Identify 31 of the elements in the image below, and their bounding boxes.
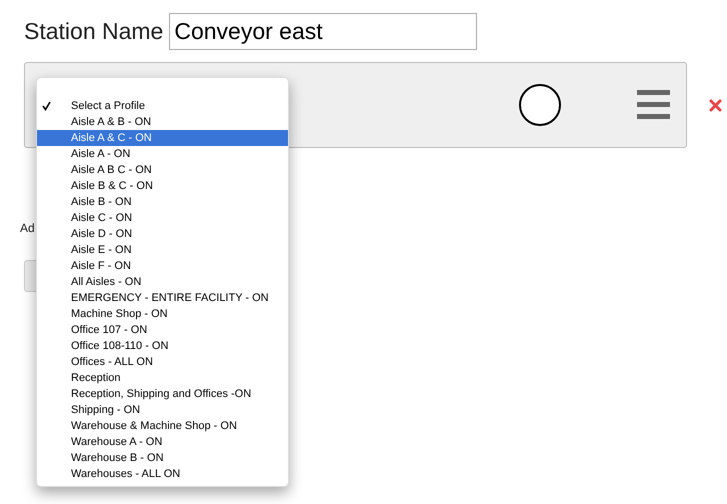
profile-option[interactable]: Aisle A & C - ON (37, 130, 288, 146)
profile-option[interactable]: Warehouse A - ON (37, 434, 288, 450)
profile-option[interactable]: Warehouses - ALL ON (37, 466, 288, 482)
add-area-label: Ad (20, 221, 35, 235)
station-name-label: Station Name (24, 17, 164, 46)
profile-option[interactable]: Aisle C - ON (37, 210, 288, 226)
profile-option[interactable]: Warehouse & Machine Shop - ON (37, 418, 288, 434)
profile-option[interactable]: Select a Profile (37, 98, 288, 114)
profile-option[interactable]: Reception, Shipping and Offices -ON (37, 386, 288, 402)
profile-option[interactable]: Office 107 - ON (37, 322, 288, 338)
profile-option[interactable]: Office 108-110 - ON (37, 338, 288, 354)
profile-option[interactable]: Reception (37, 370, 288, 386)
station-name-field[interactable]: Conveyor east (169, 13, 478, 50)
circle-icon[interactable] (519, 84, 561, 126)
profile-option[interactable]: Aisle B & C - ON (37, 178, 288, 194)
profile-option[interactable]: Aisle A - ON (37, 146, 288, 162)
close-icon[interactable] (709, 98, 722, 112)
profile-option[interactable]: Machine Shop - ON (37, 306, 288, 322)
profile-option[interactable]: Aisle D - ON (37, 226, 288, 242)
profile-option[interactable]: All Aisles - ON (37, 274, 288, 290)
profile-option[interactable]: Aisle A B C - ON (37, 162, 288, 178)
profile-option[interactable]: Aisle B - ON (37, 194, 288, 210)
check-icon (42, 101, 51, 111)
profile-option[interactable]: Offices - ALL ON (37, 354, 288, 370)
profile-option[interactable]: Aisle F - ON (37, 258, 288, 274)
profile-option[interactable]: Shipping - ON (37, 402, 288, 418)
menu-icon[interactable] (637, 90, 670, 120)
profile-option[interactable]: EMERGENCY - ENTIRE FACILITY - ON (37, 290, 288, 306)
profile-option[interactable]: Aisle A & B - ON (37, 114, 288, 130)
profile-option[interactable]: Aisle E - ON (37, 242, 288, 258)
profile-option[interactable]: Warehouse B - ON (37, 450, 288, 466)
